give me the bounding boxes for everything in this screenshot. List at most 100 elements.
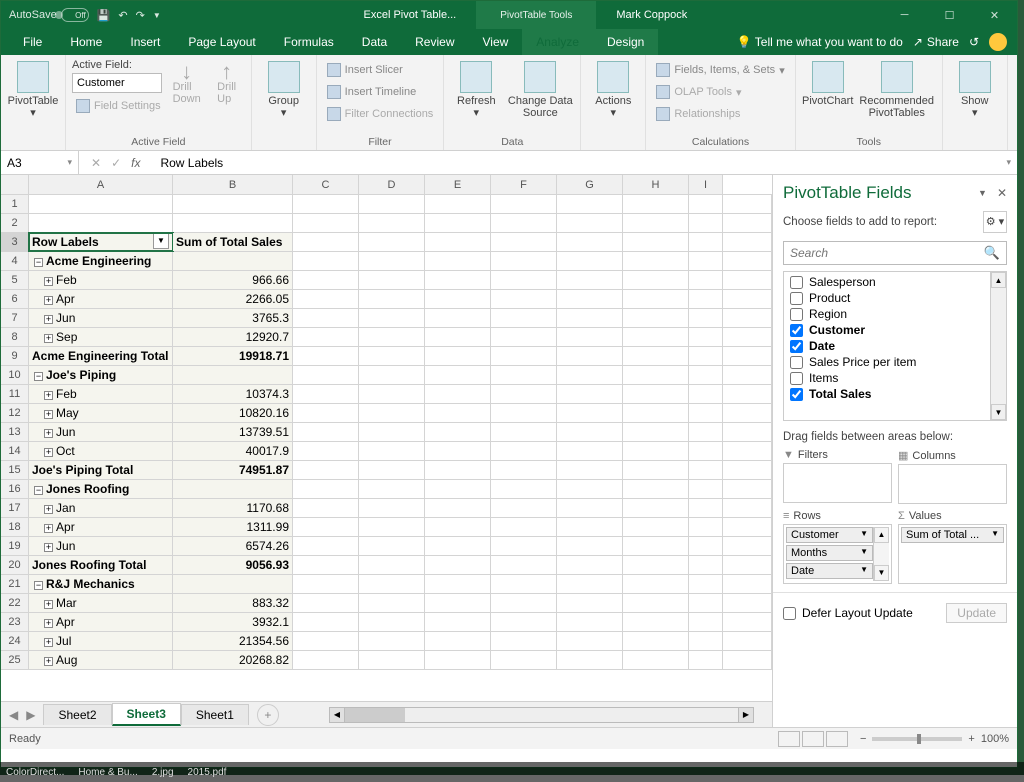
table-row[interactable]: 14 +Oct40017.9	[1, 442, 772, 461]
cell[interactable]	[623, 423, 689, 441]
field-settings-button[interactable]: Field Settings	[72, 95, 165, 117]
cell[interactable]	[425, 233, 491, 251]
cell[interactable]	[491, 537, 557, 555]
cell[interactable]	[623, 404, 689, 422]
row-header[interactable]: 25	[1, 651, 29, 669]
cell[interactable]	[491, 385, 557, 403]
table-row[interactable]: 8 +Sep12920.7	[1, 328, 772, 347]
cell[interactable]	[293, 385, 359, 403]
col-header-d[interactable]: D	[359, 175, 425, 194]
horizontal-scrollbar[interactable]: ◀ ▶	[329, 707, 754, 723]
cell[interactable]	[425, 480, 491, 498]
cell[interactable]	[491, 309, 557, 327]
field-item[interactable]: Total Sales	[784, 386, 990, 402]
formula-expand-icon[interactable]: ▾	[1000, 157, 1017, 168]
area-pill[interactable]: Months▼	[786, 545, 873, 561]
qat-dropdown-icon[interactable]: ▼	[153, 11, 161, 20]
table-row[interactable]: 2	[1, 214, 772, 233]
month-label[interactable]: +Apr	[29, 613, 173, 631]
table-row[interactable]: 1	[1, 195, 772, 214]
expand-icon[interactable]: +	[44, 315, 53, 324]
cell[interactable]	[689, 214, 723, 232]
formula-input[interactable]: Row Labels	[152, 156, 1000, 170]
cell[interactable]	[425, 518, 491, 536]
cell[interactable]	[557, 252, 623, 270]
month-label[interactable]: +Jun	[29, 423, 173, 441]
area-pill[interactable]: Sum of Total ...▼	[901, 527, 1004, 543]
row-header[interactable]: 10	[1, 366, 29, 384]
cell[interactable]	[491, 252, 557, 270]
collapse-icon[interactable]: −	[34, 258, 43, 267]
cell[interactable]	[689, 252, 723, 270]
cell[interactable]	[173, 366, 293, 384]
cell[interactable]	[29, 195, 173, 213]
show-button[interactable]: Show▾	[949, 59, 1001, 119]
cell[interactable]	[293, 309, 359, 327]
area-pill[interactable]: Date▼	[786, 563, 873, 579]
cell[interactable]	[359, 233, 425, 251]
cell[interactable]	[557, 404, 623, 422]
cell[interactable]	[491, 347, 557, 365]
cell[interactable]	[689, 271, 723, 289]
cell[interactable]	[359, 347, 425, 365]
expand-icon[interactable]: +	[44, 638, 53, 647]
cell[interactable]	[425, 309, 491, 327]
zoom-in-icon[interactable]: +	[968, 733, 974, 745]
cell[interactable]	[293, 233, 359, 251]
cell[interactable]	[557, 632, 623, 650]
field-pane-close-icon[interactable]: ✕	[997, 186, 1007, 200]
cell[interactable]	[425, 499, 491, 517]
cell[interactable]	[491, 404, 557, 422]
row-header[interactable]: 1	[1, 195, 29, 213]
refresh-button[interactable]: Refresh▾	[450, 59, 502, 119]
row-header[interactable]: 19	[1, 537, 29, 555]
cell[interactable]	[425, 442, 491, 460]
cell[interactable]	[359, 537, 425, 555]
col-header-g[interactable]: G	[557, 175, 623, 194]
cell[interactable]	[491, 613, 557, 631]
field-checkbox[interactable]	[790, 356, 803, 369]
cell[interactable]	[293, 499, 359, 517]
row-header[interactable]: 23	[1, 613, 29, 631]
month-label[interactable]: +Jul	[29, 632, 173, 650]
taskbar-item[interactable]: ColorDirect...	[6, 767, 64, 778]
page-break-view-icon[interactable]	[826, 731, 848, 747]
rows-scroll-down[interactable]: ▼	[874, 565, 889, 581]
select-all-corner[interactable]	[1, 175, 29, 194]
cell[interactable]	[425, 328, 491, 346]
cell[interactable]	[425, 366, 491, 384]
group-total-value[interactable]: 74951.87	[173, 461, 293, 479]
cell[interactable]	[623, 328, 689, 346]
scroll-down-icon[interactable]: ▼	[991, 404, 1006, 420]
cell[interactable]	[173, 195, 293, 213]
fx-icon[interactable]: fx	[131, 156, 140, 170]
zoom-slider[interactable]	[872, 737, 962, 741]
table-row[interactable]: 11 +Feb10374.3	[1, 385, 772, 404]
month-label[interactable]: +Apr	[29, 518, 173, 536]
cell[interactable]	[689, 290, 723, 308]
group-name[interactable]: −Acme Engineering	[29, 252, 173, 270]
expand-icon[interactable]: +	[44, 391, 53, 400]
value-cell[interactable]: 1311.99	[173, 518, 293, 536]
fields-items-sets-button[interactable]: Fields, Items, & Sets ▾	[652, 59, 788, 81]
save-icon[interactable]: 💾	[97, 9, 111, 22]
expand-icon[interactable]: +	[44, 543, 53, 552]
table-row[interactable]: 10−Joe's Piping	[1, 366, 772, 385]
scroll-up-icon[interactable]: ▲	[991, 272, 1006, 288]
pivottable-button[interactable]: PivotTable▾	[7, 59, 59, 119]
collapse-icon[interactable]: −	[34, 486, 43, 495]
hscroll-left-icon[interactable]: ◀	[329, 707, 345, 723]
zoom-out-icon[interactable]: −	[860, 733, 866, 745]
value-cell[interactable]: 966.66	[173, 271, 293, 289]
cell[interactable]	[557, 651, 623, 669]
cell[interactable]	[425, 290, 491, 308]
cell[interactable]	[557, 290, 623, 308]
cell[interactable]	[689, 328, 723, 346]
taskbar-item[interactable]: 2.jpg	[152, 767, 174, 778]
cell[interactable]	[623, 461, 689, 479]
cell[interactable]	[359, 385, 425, 403]
row-header[interactable]: 18	[1, 518, 29, 536]
filters-area[interactable]	[783, 463, 892, 503]
cell[interactable]	[689, 632, 723, 650]
feedback-smiley-icon[interactable]	[989, 33, 1007, 51]
